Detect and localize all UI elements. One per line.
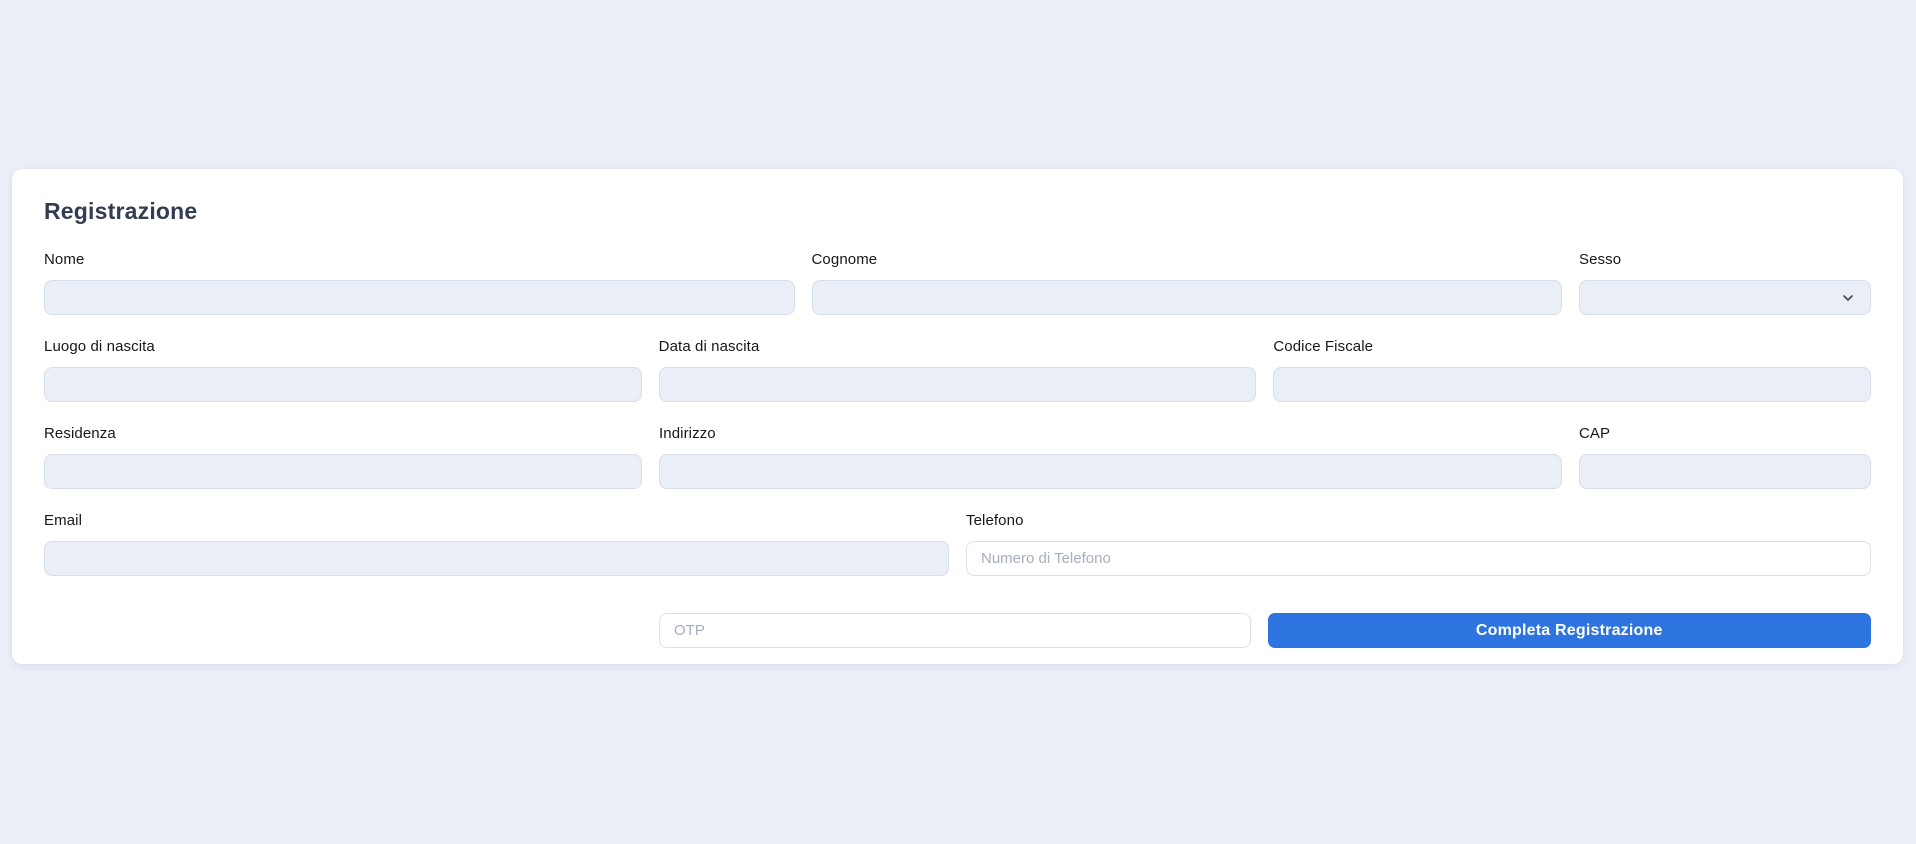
residenza-field: Residenza (44, 425, 642, 489)
cognome-label: Cognome (811, 251, 878, 268)
codice-fiscale-input[interactable] (1273, 367, 1872, 402)
indirizzo-input[interactable] (659, 454, 1562, 489)
email-field: Email (44, 512, 949, 576)
form-row-1: Nome Cognome Sesso (44, 251, 1871, 315)
nome-field: Nome (44, 251, 795, 315)
sesso-field: Sesso (1579, 251, 1871, 315)
codice-fiscale-field: Codice Fiscale (1273, 338, 1872, 402)
cognome-field: Cognome (811, 251, 1562, 315)
telefono-input[interactable] (966, 541, 1871, 576)
cognome-input[interactable] (811, 280, 1562, 315)
page-background: Registrazione Nome Cognome Sesso Luogo d… (0, 0, 1916, 844)
otp-field (659, 613, 1251, 648)
sesso-select-wrap (1579, 280, 1871, 315)
row-spacer (44, 613, 642, 648)
email-input[interactable] (44, 541, 949, 576)
residenza-input[interactable] (44, 454, 642, 489)
telefono-label: Telefono (966, 512, 1024, 529)
completa-registrazione-button[interactable]: Completa Registrazione (1267, 613, 1871, 648)
luogo-di-nascita-label: Luogo di nascita (44, 338, 155, 355)
cap-label: CAP (1579, 425, 1611, 442)
form-row-3: Residenza Indirizzo CAP (44, 425, 1871, 489)
data-di-nascita-label: Data di nascita (658, 338, 760, 355)
telefono-field: Telefono (966, 512, 1871, 576)
otp-input[interactable] (659, 613, 1251, 648)
form-row-5: Completa Registrazione (44, 613, 1871, 648)
sesso-select[interactable] (1579, 280, 1871, 315)
indirizzo-field: Indirizzo (659, 425, 1562, 489)
sesso-label: Sesso (1579, 251, 1622, 268)
page-title: Registrazione (44, 198, 198, 224)
form-row-4: Email Telefono (44, 512, 1871, 576)
residenza-label: Residenza (44, 425, 116, 442)
luogo-di-nascita-field: Luogo di nascita (44, 338, 642, 402)
nome-input[interactable] (44, 280, 795, 315)
indirizzo-label: Indirizzo (659, 425, 716, 442)
nome-label: Nome (44, 251, 85, 268)
email-label: Email (44, 512, 83, 529)
cap-field: CAP (1579, 425, 1871, 489)
codice-fiscale-label: Codice Fiscale (1273, 338, 1374, 355)
registration-card: Registrazione Nome Cognome Sesso Luogo d… (12, 169, 1903, 664)
luogo-di-nascita-input[interactable] (44, 367, 642, 402)
form-row-2: Luogo di nascita Data di nascita Codice … (44, 338, 1872, 402)
data-di-nascita-input[interactable] (658, 367, 1257, 402)
data-di-nascita-field: Data di nascita (658, 338, 1257, 402)
cap-input[interactable] (1579, 454, 1871, 489)
